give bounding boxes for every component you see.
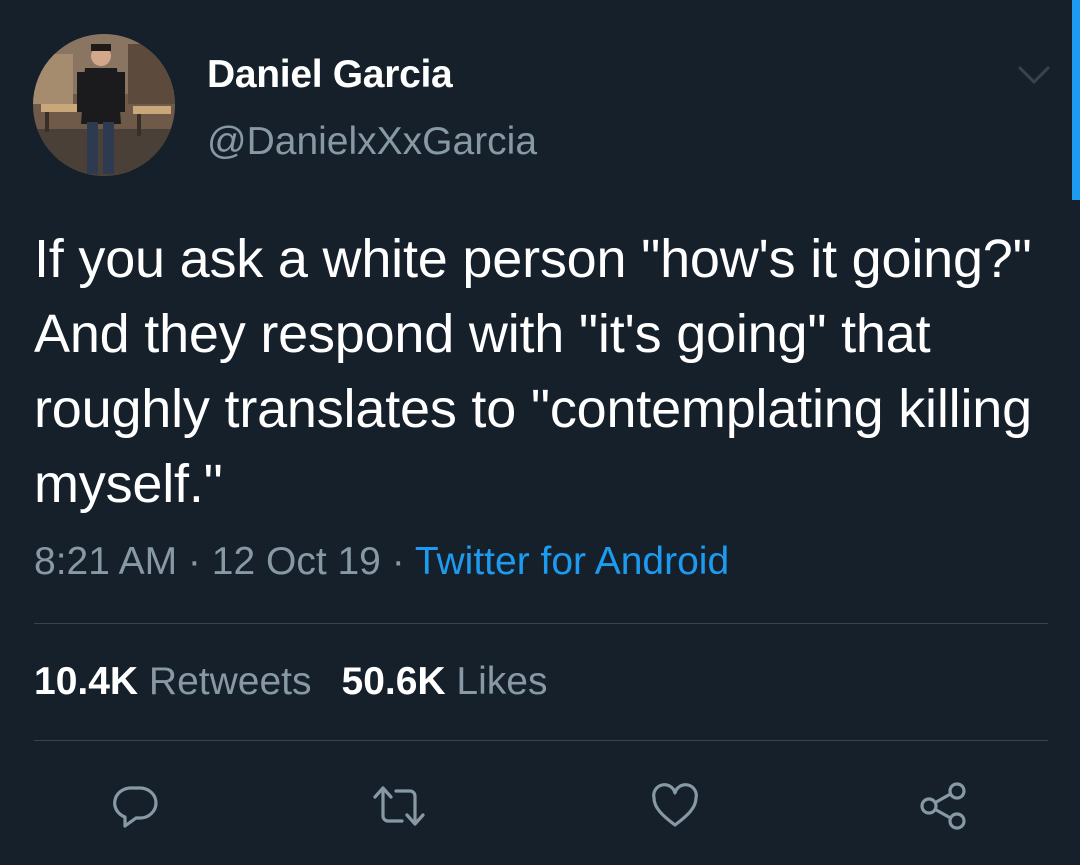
retweets-stat[interactable]: 10.4K Retweets bbox=[34, 660, 312, 703]
share-icon bbox=[920, 782, 966, 830]
avatar-photo bbox=[33, 34, 175, 176]
tweet-metadata: 8:21 AM · 12 Oct 19 · Twitter for Androi… bbox=[34, 540, 729, 584]
retweets-count: 10.4K bbox=[34, 660, 139, 703]
tweet-time: 8:21 AM bbox=[34, 540, 178, 583]
display-name[interactable]: Daniel Garcia bbox=[207, 53, 453, 97]
tweet-text: If you ask a white person "how's it goin… bbox=[34, 229, 1032, 514]
retweet-button[interactable] bbox=[371, 778, 427, 834]
tweet-date: 12 Oct 19 bbox=[211, 540, 381, 583]
chevron-down-icon[interactable] bbox=[1014, 60, 1054, 90]
meta-separator: · bbox=[380, 540, 415, 583]
likes-count: 50.6K bbox=[341, 660, 446, 703]
retweet-icon bbox=[373, 786, 425, 826]
likes-label: Likes bbox=[456, 660, 548, 703]
retweets-label: Retweets bbox=[148, 660, 312, 703]
reply-icon bbox=[113, 786, 158, 828]
share-button[interactable] bbox=[915, 778, 971, 834]
avatar[interactable] bbox=[33, 34, 175, 176]
scrollbar-thumb[interactable] bbox=[1072, 0, 1080, 200]
tweet-stats: 10.4K Retweets 50.6K Likes bbox=[34, 660, 547, 704]
divider bbox=[34, 623, 1048, 624]
reply-button[interactable] bbox=[108, 778, 164, 834]
like-button[interactable] bbox=[647, 778, 703, 834]
likes-stat[interactable]: 50.6K Likes bbox=[342, 660, 548, 703]
like-icon bbox=[652, 783, 698, 827]
meta-separator: · bbox=[177, 540, 212, 583]
tweet-source-link[interactable]: Twitter for Android bbox=[415, 540, 729, 583]
user-handle[interactable]: @DanielxXxGarcia bbox=[207, 120, 537, 164]
divider bbox=[34, 740, 1048, 741]
